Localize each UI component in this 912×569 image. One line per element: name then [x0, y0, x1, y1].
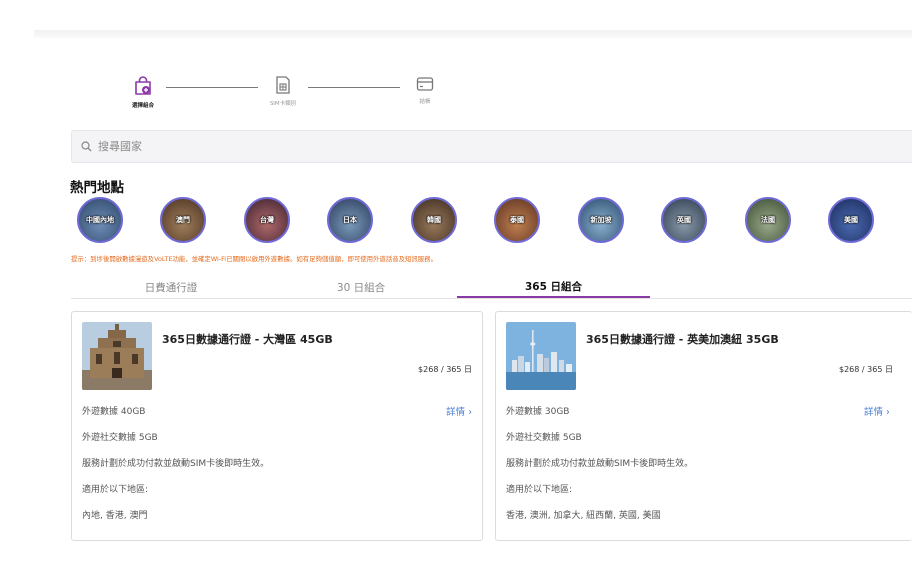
plan-tabs: 日費通行證 30 日組合 365 日組合: [71, 276, 912, 299]
details-link[interactable]: 詳情 ›: [446, 404, 472, 418]
plan-activation-note: 服務計劃於成功付款並啟動SIM卡後即時生效。: [506, 459, 694, 469]
destination-uk[interactable]: 英國: [661, 197, 707, 243]
destination-korea[interactable]: 韓國: [411, 197, 457, 243]
chevron-right-icon: ›: [886, 407, 890, 418]
sim-card-icon: [276, 76, 290, 94]
destination-macau[interactable]: 澳門: [160, 197, 206, 243]
destination-label: 日本: [343, 216, 357, 224]
plan-title: 365日數據通行證 - 英美加澳紐 35GB: [586, 333, 779, 346]
details-label: 詳情: [446, 407, 466, 418]
plan-price: $268 / 365 日: [839, 365, 893, 374]
destination-label: 法國: [761, 216, 775, 224]
plan-regions: 內地, 香港, 澳門: [82, 511, 148, 521]
payment-card-icon: [416, 77, 434, 91]
search-icon: [81, 141, 92, 152]
roaming-tip: 提示：到埗後開啟數據漫遊及VoLTE功能，並確定Wi-Fi已關閉以啟用外遊數據。…: [71, 255, 437, 263]
plan-card[interactable]: 365日數據通行證 - 英美加澳紐 35GB $268 / 365 日 外遊數據…: [495, 311, 912, 541]
popular-destinations-list: 中國內地 澳門 台灣 日本 韓國 泰國 新加坡 英國 法國 美國: [0, 197, 912, 245]
plan-image-toronto-skyline: [506, 322, 576, 390]
popular-destinations-title: 熱門地點: [70, 180, 124, 196]
plan-social-data: 外遊社交數據 5GB: [82, 433, 158, 443]
destination-label: 英國: [677, 216, 691, 224]
country-search-bar[interactable]: [71, 130, 912, 163]
step-sim-type[interactable]: SIM卡類別: [243, 76, 323, 107]
destination-thailand[interactable]: 泰國: [494, 197, 540, 243]
destination-label: 美國: [844, 216, 858, 224]
destination-france[interactable]: 法國: [745, 197, 791, 243]
bag-plus-icon: [135, 76, 151, 95]
step-checkout[interactable]: 結帳: [385, 76, 465, 105]
plan-price: $268 / 365 日: [418, 365, 472, 374]
destination-label: 中國內地: [86, 216, 114, 224]
plan-data-allowance: 外遊數據 40GB: [82, 407, 146, 417]
details-link[interactable]: 詳情 ›: [864, 404, 890, 418]
plan-data-allowance: 外遊數據 30GB: [506, 407, 570, 417]
chevron-right-icon: ›: [468, 407, 472, 418]
destination-japan[interactable]: 日本: [327, 197, 373, 243]
destination-label: 台灣: [260, 216, 274, 224]
plan-applies-label: 適用於以下地區:: [506, 485, 573, 495]
search-input[interactable]: [98, 140, 498, 153]
destination-usa[interactable]: 美國: [828, 197, 874, 243]
destination-taiwan[interactable]: 台灣: [244, 197, 290, 243]
destination-label: 泰國: [510, 216, 524, 224]
tab-30-day[interactable]: 30 日組合: [281, 276, 441, 298]
tab-365-day[interactable]: 365 日組合: [457, 276, 650, 298]
destination-label: 澳門: [176, 216, 190, 224]
checkout-stepper: 選擇組合 SIM卡類別 結帳: [0, 0, 912, 120]
destination-singapore[interactable]: 新加坡: [578, 197, 624, 243]
plan-card[interactable]: 365日數據通行證 - 大灣區 45GB $268 / 365 日 外遊數據 4…: [71, 311, 483, 541]
step-label: 選擇組合: [131, 103, 154, 109]
plan-activation-note: 服務計劃於成功付款並啟動SIM卡後即時生效。: [82, 459, 270, 469]
step-label: 結帳: [419, 99, 431, 105]
destination-label: 韓國: [427, 216, 441, 224]
plan-social-data: 外遊社交數據 5GB: [506, 433, 582, 443]
plan-title: 365日數據通行證 - 大灣區 45GB: [162, 333, 333, 346]
plan-regions: 香港, 澳洲, 加拿大, 紐西蘭, 英國, 美國: [506, 511, 661, 521]
plan-image-ruins-st-paul: [82, 322, 152, 390]
plan-applies-label: 適用於以下地區:: [82, 485, 149, 495]
destination-china[interactable]: 中國內地: [77, 197, 123, 243]
tab-daily-pass[interactable]: 日費通行證: [101, 276, 241, 298]
details-label: 詳情: [864, 407, 884, 418]
step-label: SIM卡類別: [269, 101, 297, 107]
destination-label: 新加坡: [590, 216, 612, 224]
step-select-plan[interactable]: 選擇組合: [103, 76, 183, 109]
